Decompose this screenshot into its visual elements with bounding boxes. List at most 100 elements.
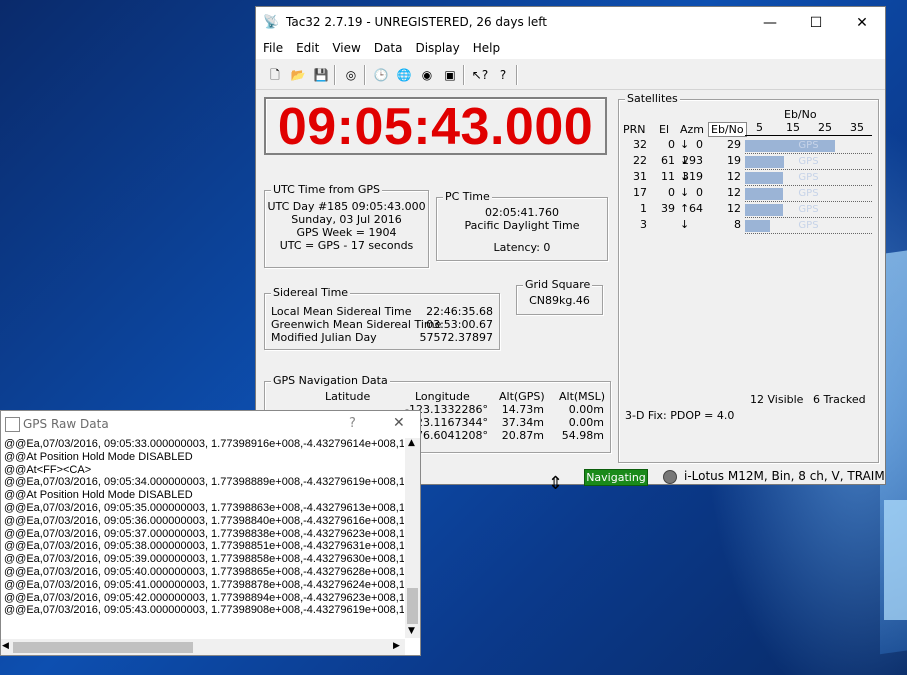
satellite-elevation: 61	[661, 154, 675, 167]
menu-view[interactable]: View	[325, 39, 366, 55]
satellite-elevation: 39	[661, 202, 675, 215]
satellite-ebno: 12	[727, 186, 741, 199]
menu-data[interactable]: Data	[367, 39, 409, 55]
satellite-system-label: GPS	[798, 156, 819, 167]
lmst-value: 22:46:35.68	[426, 305, 493, 318]
ebno-scale-5: 5	[756, 121, 763, 134]
navigating-badge: Navigating	[584, 469, 648, 486]
scroll-up-icon[interactable]: ▲	[408, 438, 415, 448]
horizontal-scroll-thumb[interactable]	[13, 642, 193, 653]
maximize-button[interactable]: ☐	[793, 7, 839, 39]
raw-data-line: @@Ea,07/03/2016, 09:05:43.000000003, 1.7…	[4, 604, 404, 617]
satellite-ebno: 12	[727, 202, 741, 215]
raw-title-bar[interactable]: GPS Raw Data ? ✕	[1, 411, 420, 437]
utc-day: UTC Day #185 09:05:43.000	[267, 200, 426, 213]
satellite-dish-icon: 📡	[263, 15, 280, 30]
satellites-group-label: Satellites	[625, 92, 680, 105]
sidereal-time-group: Sidereal Time Local Mean Sidereal Time 2…	[264, 286, 500, 350]
satellite-system-label: GPS	[798, 172, 819, 183]
satellite-prn: 17	[633, 186, 647, 199]
pc-timezone: Pacific Daylight Time	[464, 219, 580, 232]
raw-horizontal-scrollbar[interactable]: ◀ ▶	[1, 639, 405, 655]
ebno-scale-line	[745, 135, 872, 136]
satellite-elevation: 0	[668, 138, 675, 151]
wallpaper-light-beam	[884, 500, 907, 620]
el-header[interactable]: El	[659, 123, 669, 136]
raw-data-line: @@Ea,07/03/2016, 09:05:40.000000003, 1.7…	[4, 565, 404, 578]
prn-header[interactable]: PRN	[623, 123, 646, 136]
toolbar-separator	[364, 65, 366, 85]
resize-cursor-icon: ⇕	[548, 473, 564, 494]
display-icon[interactable]: ▣	[439, 64, 461, 86]
receiver-status: i-Lotus M12M, Bin, 8 ch, V, TRAIM	[684, 469, 885, 483]
satellite-system-label: GPS	[798, 220, 819, 231]
raw-data-text[interactable]: @@Ea,07/03/2016, 09:05:33.000000003, 1.7…	[4, 438, 404, 638]
minimize-button[interactable]: —	[747, 7, 793, 39]
new-file-icon[interactable]: 🗋	[264, 64, 286, 86]
toolbar: 🗋 📂 💾 ◎ 🕒 🌐 ◉ ▣ ↖? ?	[256, 61, 885, 90]
raw-data-line: @@Ea,07/03/2016, 09:05:37.000000003, 1.7…	[4, 527, 404, 540]
context-help-icon[interactable]: ↖?	[469, 64, 491, 86]
pc-latency: Latency: 0	[493, 241, 551, 254]
satellite-row: 17 0 ↓ 0 12 GPS	[619, 186, 878, 202]
target-icon[interactable]: ◎	[340, 64, 362, 86]
ebno-bar-track: GPS	[745, 140, 872, 152]
alt-msl-header: Alt(MSL)	[559, 390, 606, 403]
ebno-header[interactable]: Eb/No	[708, 122, 747, 137]
satellite-row: 32 0 ↓ 0 29 GPS	[619, 138, 878, 154]
help-icon[interactable]: ?	[492, 64, 514, 86]
scroll-left-icon[interactable]: ◀	[2, 641, 9, 651]
raw-data-line: @@Ea,07/03/2016, 09:05:34.000000003, 1.7…	[4, 476, 404, 489]
satellite-direction: ↓	[680, 186, 690, 199]
menu-edit[interactable]: Edit	[289, 39, 325, 55]
satellite-row: 31 11 ↓ 319 12 GPS	[619, 170, 878, 186]
scroll-right-icon[interactable]: ▶	[393, 641, 400, 651]
save-icon[interactable]: 💾	[310, 64, 332, 86]
utc-group-label: UTC Time from GPS	[271, 183, 382, 196]
satellite-azimuth: 319	[682, 170, 703, 183]
window-title: Tac32 2.7.19 - UNREGISTERED, 26 days lef…	[286, 15, 547, 29]
title-bar[interactable]: 📡 Tac32 2.7.19 - UNREGISTERED, 26 days l…	[256, 7, 885, 39]
satellite-elevation: 11	[661, 170, 675, 183]
ebno-scale-35: 35	[850, 121, 864, 134]
satellite-prn: 22	[633, 154, 647, 167]
satellite-prn: 1	[640, 202, 647, 215]
satellite-system-label: GPS	[798, 188, 819, 199]
scroll-down-icon[interactable]: ▼	[408, 626, 415, 636]
fix-status: 3-D Fix: PDOP = 4.0	[625, 409, 735, 422]
alt-gps-header: Alt(GPS)	[499, 390, 545, 403]
close-button[interactable]: ✕	[839, 7, 885, 39]
grid-square-group: Grid Square CN89kg.46	[516, 278, 603, 315]
gmst-value: 03:53:00.67	[426, 318, 493, 331]
nav-group-label: GPS Navigation Data	[271, 374, 390, 387]
raw-data-line: @@Ea,07/03/2016, 09:05:36.000000003, 1.7…	[4, 514, 404, 527]
longitude-value: -76.6041208°	[412, 429, 488, 442]
raw-data-line: @@Ea,07/03/2016, 09:05:42.000000003, 1.7…	[4, 591, 404, 604]
menu-help[interactable]: Help	[466, 39, 506, 55]
alt-gps-value: 37.34m	[501, 416, 544, 429]
alt-gps-value: 20.87m	[501, 429, 544, 442]
utc-date: Sunday, 03 Jul 2016	[291, 213, 402, 226]
azm-header[interactable]: Azm	[680, 123, 704, 136]
visible-count: 12 Visible	[750, 393, 804, 406]
clock-icon[interactable]: 🕒	[370, 64, 392, 86]
scroll-thumb[interactable]	[407, 588, 418, 624]
raw-close-button[interactable]: ✕	[393, 415, 405, 431]
raw-data-line: @@Ea,07/03/2016, 09:05:33.000000003, 1.7…	[4, 438, 404, 450]
satellite-row: 3 ↓ 8 GPS	[619, 218, 878, 234]
raw-help-button[interactable]: ?	[349, 416, 356, 431]
raw-data-line: @@At Position Hold Mode DISABLED	[4, 450, 193, 463]
alt-msl-value: 0.00m	[568, 416, 604, 429]
satellite-icon[interactable]: ◉	[416, 64, 438, 86]
menu-file[interactable]: File	[256, 39, 289, 55]
menu-display[interactable]: Display	[408, 39, 465, 55]
ebno-title: Eb/No	[784, 108, 817, 121]
raw-vertical-scrollbar[interactable]: ▲ ▼	[405, 438, 420, 638]
open-folder-icon[interactable]: 📂	[287, 64, 309, 86]
mjd-label: Modified Julian Day	[271, 331, 377, 344]
satellite-direction: ↓	[680, 218, 690, 231]
globe-icon[interactable]: 🌐	[393, 64, 415, 86]
satellite-ebno: 12	[727, 170, 741, 183]
longitude-header: Longitude	[415, 390, 470, 403]
latitude-header: Latitude	[325, 390, 371, 403]
